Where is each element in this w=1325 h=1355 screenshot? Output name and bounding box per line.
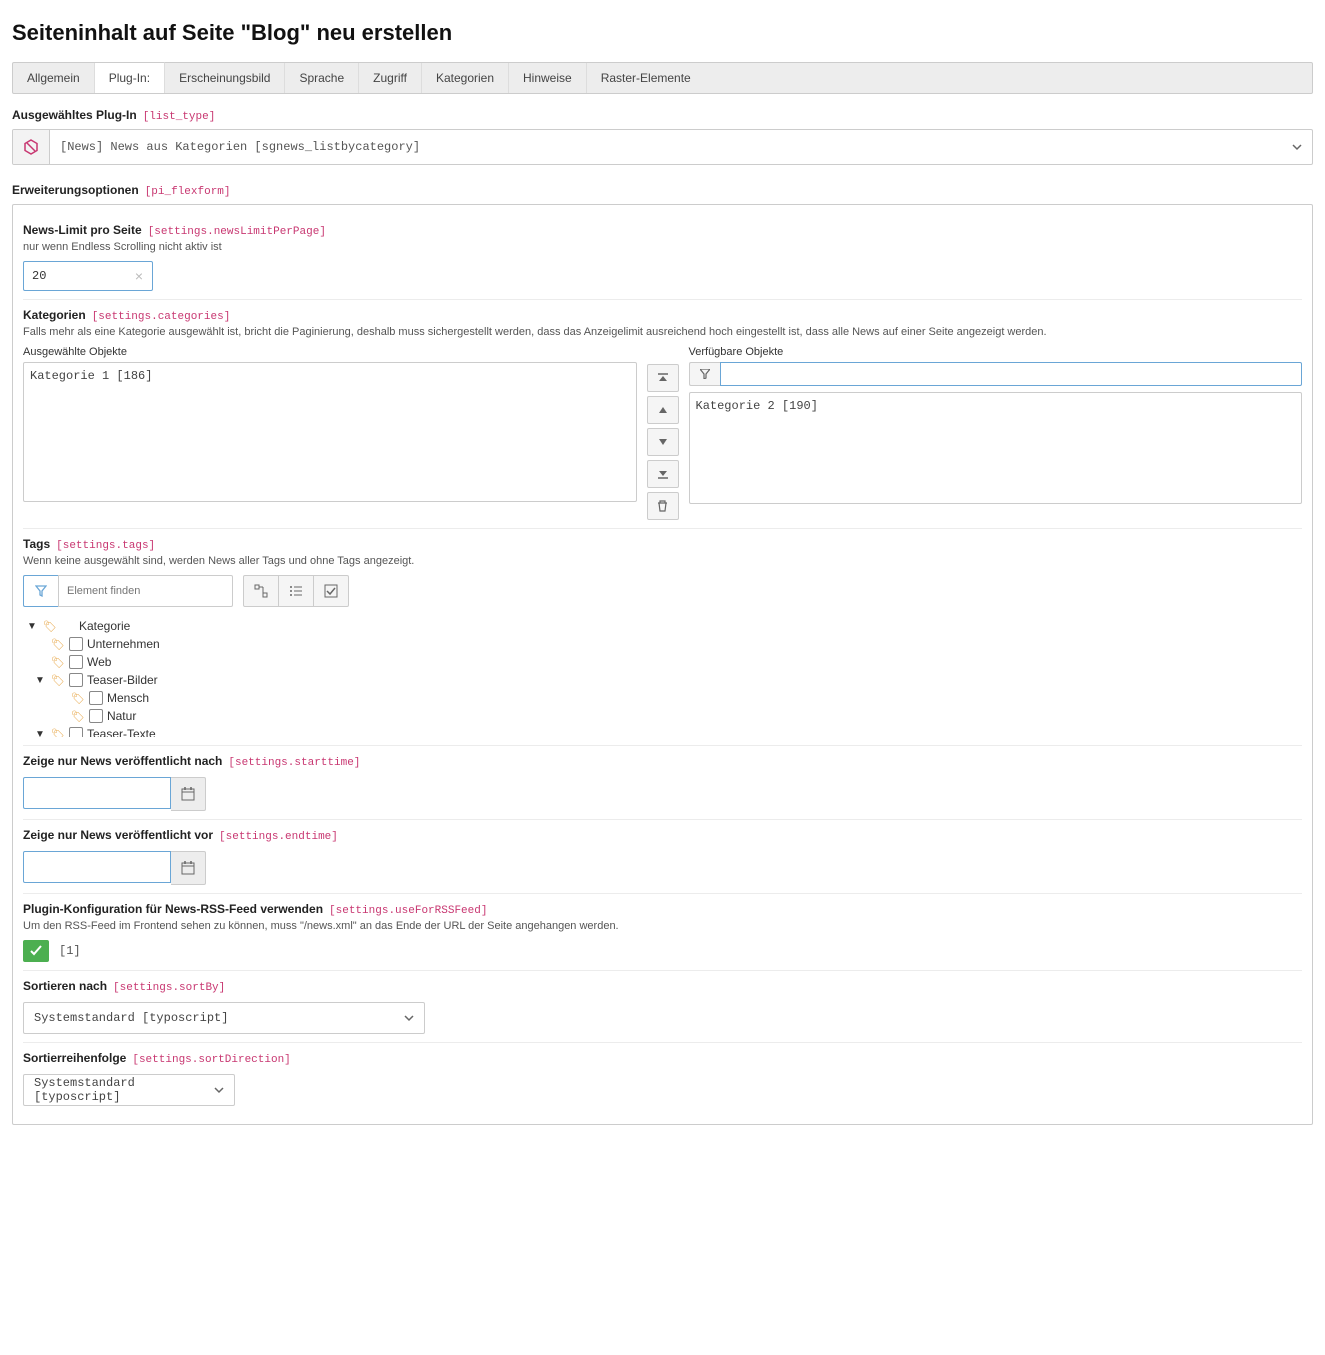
tree-checkbox[interactable] [89,709,103,723]
available-label: Verfügbare Objekte [689,346,1303,358]
tree-expand-button[interactable] [243,575,279,607]
tab-sprache[interactable]: Sprache [285,63,359,93]
plugin-label: Ausgewähltes Plug-In[list_type] [12,108,1313,123]
tree-item[interactable]: Unternehmen [87,637,160,651]
clear-icon[interactable]: × [129,268,149,284]
tree-checkbox[interactable] [69,673,83,687]
starttime-label: Zeige nur News veröffentlicht nach[setti… [23,754,1302,769]
selected-label: Ausgewählte Objekte [23,346,637,358]
plugin-value: [News] News aus Kategorien [sgnews_listb… [50,140,1282,154]
calendar-button[interactable] [171,777,206,811]
tree-list-button[interactable] [279,575,314,607]
move-top-button[interactable] [647,364,679,392]
tree-toggle-icon[interactable]: ▼ [27,621,39,632]
news-limit-label: News-Limit pro Seite[settings.newsLimitP… [23,223,1302,238]
calendar-button[interactable] [171,851,206,885]
available-filter-input[interactable] [720,362,1303,386]
starttime-input[interactable] [23,777,171,809]
tab-kategorien[interactable]: Kategorien [422,63,509,93]
sortdir-select[interactable]: Systemstandard [typoscript] [23,1074,235,1106]
tag-icon: 🏷 [43,620,57,633]
chevron-down-icon [394,1012,424,1024]
tree-root: Kategorie [79,619,130,633]
move-bottom-button[interactable] [647,460,679,488]
rss-toggle[interactable] [23,940,49,962]
rss-label: Plugin-Konfiguration für News-RSS-Feed v… [23,902,1302,917]
tab-erscheinungsbild[interactable]: Erscheinungsbild [165,63,285,93]
sortdir-value: Systemstandard [typoscript] [24,1076,204,1104]
categories-help: Falls mehr als eine Kategorie ausgewählt… [23,326,1302,338]
tree-toggle-icon[interactable]: ▼ [35,729,47,738]
move-up-button[interactable] [647,396,679,424]
tab-hinweise[interactable]: Hinweise [509,63,587,93]
tab-zugriff[interactable]: Zugriff [359,63,422,93]
sortby-label: Sortieren nach[settings.sortBy] [23,979,1302,994]
endtime-input[interactable] [23,851,171,883]
tag-icon: 🏷 [71,710,85,723]
sortby-select[interactable]: Systemstandard [typoscript] [23,1002,425,1034]
selected-listbox[interactable]: Kategorie 1 [186] [23,362,637,502]
tabs: Allgemein Plug-In: Erscheinungsbild Spra… [12,62,1313,94]
tags-help: Wenn keine ausgewählt sind, werden News … [23,555,1302,567]
delete-button[interactable] [647,492,679,520]
tag-icon: 🏷 [51,656,65,669]
list-item[interactable]: Kategorie 1 [186] [30,369,630,383]
filter-icon [689,362,720,386]
tree-toggle-icon[interactable]: ▼ [35,675,47,686]
tree-checkbox[interactable] [69,637,83,651]
move-down-button[interactable] [647,428,679,456]
news-limit-help: nur wenn Endless Scrolling nicht aktiv i… [23,241,1302,253]
tags-label: Tags[settings.tags] [23,537,1302,552]
page-title: Seiteninhalt auf Seite "Blog" neu erstel… [12,20,1313,46]
tags-filter-input[interactable] [58,575,233,607]
sortby-value: Systemstandard [typoscript] [24,1011,394,1025]
ext-options-tech: [pi_flexform] [145,186,231,198]
tab-raster[interactable]: Raster-Elemente [587,63,705,93]
plugin-tech: [list_type] [143,111,216,123]
ext-options-fieldset: News-Limit pro Seite[settings.newsLimitP… [12,204,1313,1125]
rss-value: [1] [59,944,81,958]
tag-icon: 🏷 [51,674,65,687]
tab-allgemein[interactable]: Allgemein [13,63,95,93]
chevron-down-icon [1282,141,1312,153]
tag-icon: 🏷 [51,728,65,738]
list-item[interactable]: Kategorie 2 [190] [696,399,1296,413]
tab-plugin[interactable]: Plug-In: [95,62,165,93]
categories-label: Kategorien[settings.categories] [23,308,1302,323]
rss-help: Um den RSS-Feed im Frontend sehen zu kön… [23,920,1302,932]
tree-checkall-button[interactable] [314,575,349,607]
tag-icon: 🏷 [51,638,65,651]
tree-item[interactable]: Teaser-Bilder [87,673,158,687]
tree-item[interactable]: Teaser-Texte [87,727,156,737]
sortdir-label: Sortierreihenfolge[settings.sortDirectio… [23,1051,1302,1066]
tree-checkbox[interactable] [89,691,103,705]
plugin-select[interactable]: [News] News aus Kategorien [sgnews_listb… [12,129,1313,165]
ext-options-label: Erweiterungsoptionen[pi_flexform] [12,183,1313,198]
tree-item[interactable]: Web [87,655,111,669]
chevron-down-icon [204,1084,234,1096]
tree-item[interactable]: Mensch [107,691,149,705]
tree-checkbox[interactable] [69,727,83,737]
available-listbox[interactable]: Kategorie 2 [190] [689,392,1303,504]
filter-icon [23,575,58,607]
endtime-label: Zeige nur News veröffentlicht vor[settin… [23,828,1302,843]
tree-item[interactable]: Natur [107,709,136,723]
tags-tree: ▼🏷Kategorie 🏷Unternehmen 🏷Web ▼🏷Teaser-B… [23,617,1302,737]
tag-icon: 🏷 [71,692,85,705]
plugin-icon [13,130,50,164]
tree-checkbox[interactable] [69,655,83,669]
